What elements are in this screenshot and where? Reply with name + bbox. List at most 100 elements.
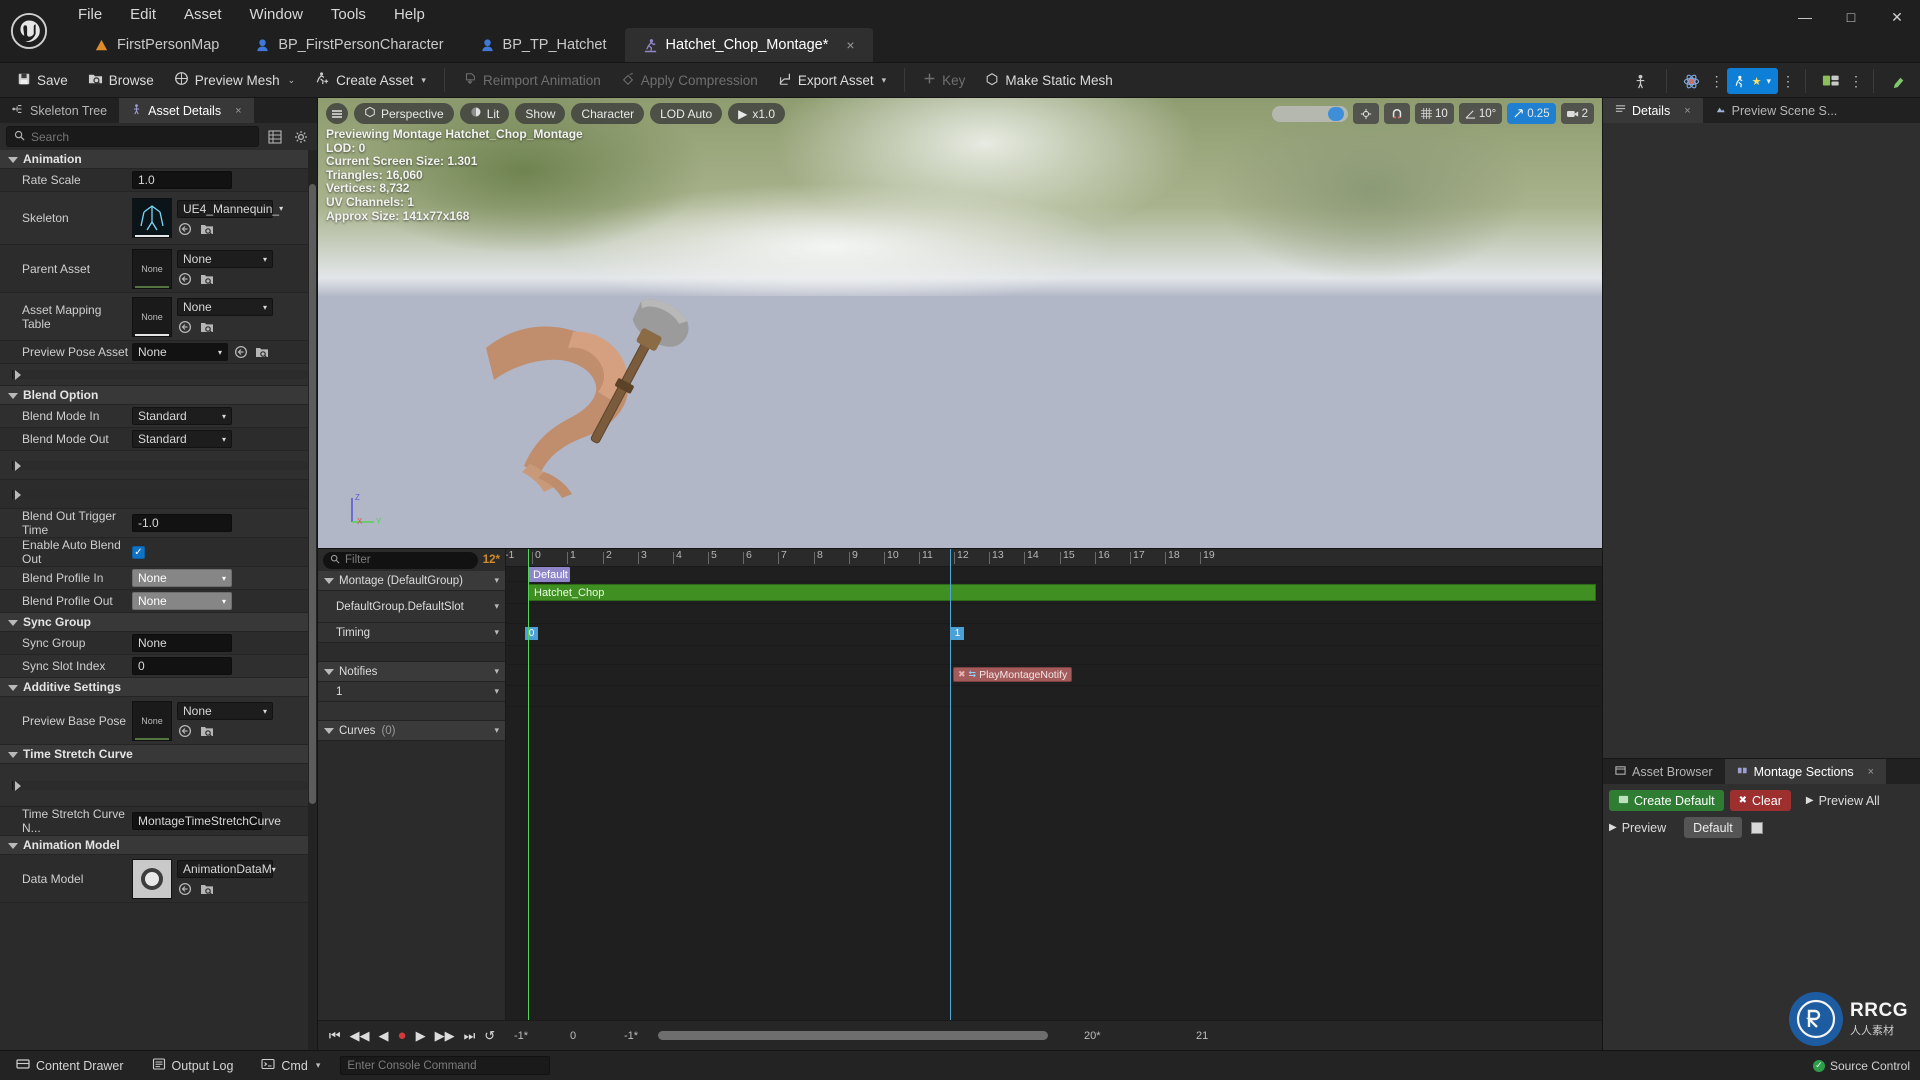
asset-mapping-combo[interactable]: None ▾ [177, 298, 273, 316]
timeline-curves-row[interactable] [506, 686, 1602, 707]
close-icon[interactable]: × [1684, 105, 1690, 117]
document-tab-firstpersonmap[interactable]: FirstPersonMap [76, 28, 237, 62]
preview-base-pose-combo[interactable]: None ▾ [177, 702, 273, 720]
timeline-filter-input[interactable]: Filter [323, 551, 478, 569]
track-header-timing[interactable]: Timing ▾ [318, 623, 505, 643]
lod-menu-button[interactable]: LOD Auto [650, 103, 723, 124]
play-reverse-icon[interactable]: ◀ [379, 1028, 389, 1044]
category-animation[interactable]: Animation [0, 150, 317, 169]
viewport-menu-icon[interactable] [326, 103, 348, 124]
track-header-curves[interactable]: Curves (0) ▾ [318, 721, 505, 741]
chevron-down-icon[interactable]: ▾ [494, 725, 499, 736]
settings-gear-icon[interactable] [291, 127, 311, 147]
save-button[interactable]: Save [8, 66, 77, 94]
close-window-button[interactable]: ✕ [1874, 0, 1920, 34]
physics-options-icon[interactable]: ⋮ [1710, 73, 1724, 90]
time-stretch-curve-name-input[interactable]: MontageTimeStretchCurve [132, 812, 281, 830]
preview-pose-asset-combo[interactable]: None ▾ [132, 343, 228, 361]
angle-snap-button[interactable]: 10° [1458, 103, 1503, 124]
cmd-selector[interactable]: Cmd ▾ [253, 1054, 328, 1077]
export-asset-button[interactable]: Export Asset ▾ [769, 66, 895, 94]
record-icon[interactable]: ● [398, 1027, 407, 1044]
skip-to-end-icon[interactable]: ⏭ [464, 1028, 476, 1044]
slider-knob[interactable] [1328, 106, 1345, 121]
category-animation-model[interactable]: Animation Model [0, 836, 317, 855]
make-static-mesh-button[interactable]: Make Static Mesh [976, 66, 1121, 94]
tab-details[interactable]: Details × [1603, 98, 1703, 123]
step-forward-icon[interactable]: ▶▶ [435, 1028, 455, 1044]
montage-segment-hatchet-chop[interactable]: Hatchet_Chop [528, 584, 1596, 601]
console-command-input[interactable]: Enter Console Command [340, 1056, 551, 1075]
timing-marker-1[interactable]: 1 [951, 627, 964, 640]
browse-to-asset-icon[interactable] [177, 881, 193, 897]
play-in-editor-button[interactable]: ★ ▾ [1726, 68, 1778, 94]
sync-group-input[interactable]: None [132, 634, 232, 652]
sync-slot-index-input[interactable]: 0 [132, 657, 232, 675]
browse-to-asset-icon[interactable] [177, 319, 193, 335]
chevron-down-icon[interactable]: ▾ [494, 575, 499, 586]
pose-watch-icon[interactable] [1626, 67, 1656, 95]
menu-tools[interactable]: Tools [317, 3, 380, 26]
skeleton-combo[interactable]: UE4_Mannequin_ ▾ [177, 199, 283, 218]
grid-view-icon[interactable] [265, 127, 285, 147]
timeline-ruler[interactable]: -1 0 1 2 3 4 5 6 7 8 9 10 11 [506, 549, 1602, 567]
key-button[interactable]: Key [914, 66, 974, 94]
parent-asset-thumbnail[interactable]: None [132, 248, 172, 289]
enable-auto-blend-out-checkbox[interactable]: ✓ [132, 545, 145, 559]
play-options-icon[interactable]: ⋮ [1781, 73, 1795, 90]
track-header-notifies[interactable]: Notifies ▾ [318, 662, 505, 682]
browse-to-asset-icon[interactable] [177, 271, 193, 287]
browse-to-asset-icon[interactable] [177, 221, 193, 237]
find-in-content-browser-icon[interactable] [199, 221, 215, 237]
track-header-montage[interactable]: Montage (DefaultGroup) ▾ [318, 571, 505, 591]
rate-scale-input[interactable]: 1.0 [132, 171, 232, 189]
preview-mesh-button[interactable]: Preview Mesh ⌄ [165, 66, 304, 94]
camera-speed-button[interactable]: 2 [1560, 103, 1594, 124]
view-mode-lit-button[interactable]: Lit [459, 103, 510, 124]
find-in-content-browser-icon[interactable] [199, 319, 215, 335]
surface-snap-icon[interactable] [1353, 103, 1380, 124]
property-row-time-stretch-curve[interactable]: Time Stretch Curve [0, 764, 317, 807]
blend-out-trigger-time-input[interactable]: -1.0 [132, 514, 232, 532]
show-menu-button[interactable]: Show [515, 103, 566, 124]
close-icon[interactable]: × [846, 37, 854, 53]
apply-compression-button[interactable]: Apply Compression [612, 66, 767, 94]
unreal-logo-icon[interactable] [0, 0, 58, 62]
output-log-button[interactable]: Output Log [144, 1054, 242, 1077]
blend-profile-in-combo[interactable]: None ▾ [132, 569, 232, 587]
timeline-scroll-area[interactable]: -1* 0 -1* 20* 21 [506, 1021, 1602, 1051]
magnet-snap-icon[interactable] [1384, 103, 1411, 124]
document-tab-bp-tp-hatchet[interactable]: BP_TP_Hatchet [462, 28, 625, 62]
menu-file[interactable]: File [64, 3, 116, 26]
content-drawer-button[interactable]: Content Drawer [8, 1054, 132, 1077]
find-in-content-browser-icon[interactable] [199, 723, 215, 739]
chevron-down-icon[interactable]: ▾ [494, 666, 499, 677]
tab-skeleton-tree[interactable]: Skeleton Tree [0, 98, 119, 123]
platforms-icon[interactable] [1816, 67, 1846, 95]
close-icon[interactable]: × [1868, 766, 1874, 778]
create-asset-button[interactable]: Create Asset ▾ [306, 66, 435, 94]
chevron-down-icon[interactable]: ▾ [494, 627, 499, 638]
tab-preview-scene-settings[interactable]: Preview Scene S... [1703, 98, 1850, 123]
timeline-notify-track[interactable]: ✖ ⇆ PlayMontageNotify [506, 665, 1602, 686]
property-row-blend-in[interactable]: Blend In [0, 451, 317, 480]
menu-edit[interactable]: Edit [116, 3, 170, 26]
maximize-button[interactable]: □ [1828, 0, 1874, 34]
document-tab-bp-firstpersoncharacter[interactable]: BP_FirstPersonCharacter [237, 28, 461, 62]
search-input[interactable] [6, 126, 259, 147]
character-menu-button[interactable]: Character [571, 103, 645, 124]
grid-snap-button[interactable]: 10 [1415, 103, 1454, 124]
montage-section-default[interactable]: Default [528, 567, 570, 582]
data-model-combo[interactable]: AnimationDataM ▾ [177, 860, 276, 878]
timeline-timing-row[interactable] [506, 604, 1602, 624]
menu-window[interactable]: Window [236, 3, 317, 26]
category-additive-settings[interactable]: Additive Settings [0, 678, 317, 697]
document-tab-hatchet-chop-montage[interactable]: Hatchet_Chop_Montage* × [624, 28, 873, 62]
timeline-slot-row[interactable]: Hatchet_Chop [506, 582, 1602, 604]
clear-sections-button[interactable]: ✖ Clear [1729, 790, 1791, 811]
browse-to-asset-icon[interactable] [177, 723, 193, 739]
track-header-notify-1[interactable]: 1 ▾ [318, 682, 505, 702]
step-back-icon[interactable]: ◀◀ [350, 1028, 370, 1044]
physics-icon[interactable] [1677, 67, 1707, 95]
minimize-button[interactable]: — [1782, 0, 1828, 34]
